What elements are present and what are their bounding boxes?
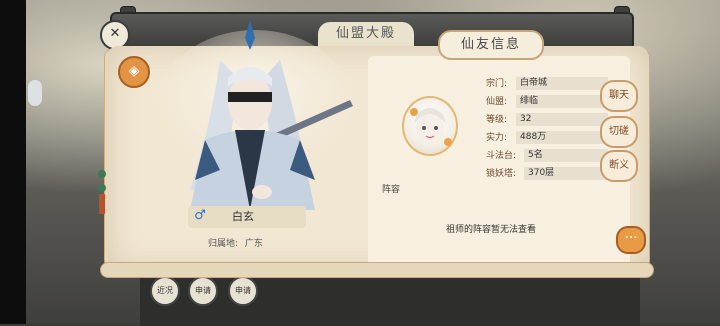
more-options-button[interactable]: ···	[616, 226, 646, 254]
field-label-level: 等级:	[486, 115, 508, 125]
male-icon: ♂	[194, 208, 206, 223]
field-value-alliance: 绯临	[520, 96, 539, 106]
field-value-level: 32	[520, 114, 532, 124]
field-label-arena: 斗法台:	[486, 151, 517, 161]
field-value-sect: 白帝城	[520, 78, 548, 88]
avatar-face-icon	[410, 108, 452, 146]
tab-friend-info[interactable]: 仙友信息	[438, 30, 544, 60]
field-value-tower: 370层	[528, 168, 555, 178]
sect-badge-icon: ◈	[118, 56, 150, 88]
bottom-tab-2[interactable]: 申请	[228, 276, 258, 306]
sever-ties-button[interactable]: 断义	[600, 150, 638, 182]
lineup-unavailable-note: 祖师的阵容暂无法查看	[446, 225, 537, 235]
left-black-strip	[0, 0, 26, 324]
snowman-icon	[28, 80, 42, 106]
green-tassel-icon	[98, 170, 106, 214]
character-portrait	[155, 20, 355, 210]
home-label: 归属地:	[208, 239, 239, 249]
field-label-power: 实力:	[486, 133, 508, 143]
bottom-tab-1[interactable]: 申请	[188, 276, 218, 306]
field-label-tower: 锁妖塔:	[486, 169, 517, 179]
duel-button[interactable]: 切磋	[600, 116, 638, 148]
field-label-sect: 宗门:	[486, 79, 508, 89]
field-value-power: 488万	[520, 132, 547, 142]
bottom-tab-0[interactable]: 近况	[150, 276, 180, 306]
player-avatar[interactable]	[402, 96, 458, 156]
home-location: 归属地: 广东	[208, 236, 263, 249]
chat-button[interactable]: 聊天	[600, 80, 638, 112]
close-icon: ✕	[109, 26, 121, 41]
panel-bottom-roll	[100, 262, 654, 278]
field-value-arena: 5名	[528, 150, 543, 160]
field-label-alliance: 仙盟:	[486, 97, 508, 107]
home-value: 广东	[244, 239, 263, 249]
lineup-label: 阵容	[382, 185, 401, 195]
character-name: 白玄	[232, 210, 254, 223]
